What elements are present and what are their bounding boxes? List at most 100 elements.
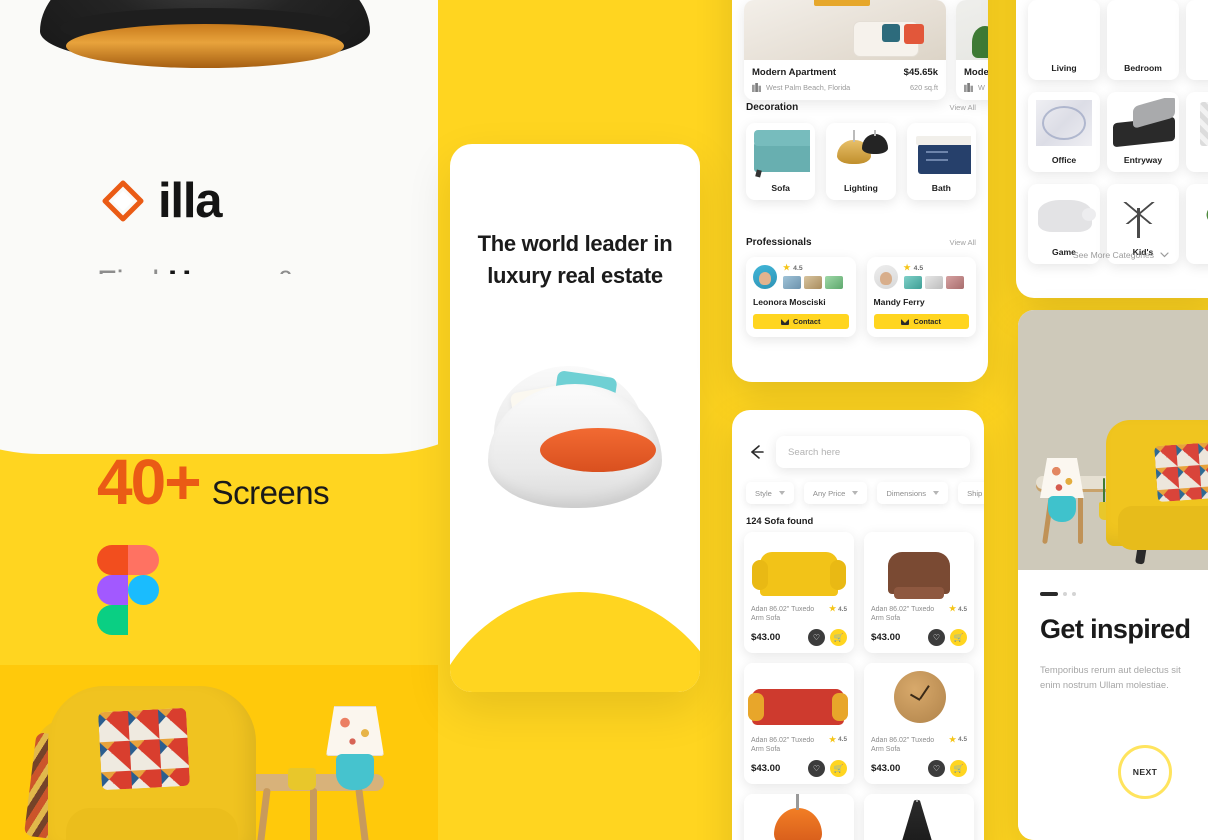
decoration-item-sofa[interactable]: Sofa [746,123,816,200]
thumbnail [825,276,843,289]
work-thumbnails [783,276,849,289]
decoration-view-all[interactable]: View All [950,103,976,112]
screens-label: Screens [211,474,330,511]
contact-button[interactable]: Contact [753,314,849,329]
rating-value: 4.5 [838,605,847,613]
pagination-dot[interactable] [1063,592,1067,596]
product-card[interactable]: Adan 86.02" Tuxedo Arm Sofa ★ 4.5 $43.00 … [864,532,974,653]
lamp-base [1048,496,1076,522]
armchair-room-photo [0,665,438,840]
orange-cushion [540,428,656,472]
decoration-item-bath[interactable]: Bath [906,123,976,200]
contact-button[interactable]: Contact [873,314,969,329]
pagination-dot[interactable] [1072,592,1076,596]
cart-icon[interactable]: 🛒 [950,628,967,646]
chip-label: Dimensions [886,488,927,498]
yellow-armchair-graphic [752,552,846,596]
table-lamp [324,706,386,796]
decoration-label: Lighting [844,183,878,193]
category-label: O [1190,150,1208,172]
category-item-office[interactable]: Office [1028,92,1100,172]
poster-stage: illa Find House & Products 40+ Screens [0,0,1208,840]
product-rating: ★ 4.5 [829,605,847,613]
screens-count-block: 40+ Screens [97,450,330,514]
product-name: Adan 86.02" Tuxedo Arm Sofa [751,606,815,623]
product-price-row: $43.00 ♡ 🛒 [751,759,847,777]
lamp-shade [326,706,384,756]
card-yellow-curve [450,592,700,692]
pillow-decor [882,24,900,42]
product-name: Adan 86.02" Tuxedo Arm Sofa [751,736,815,754]
category-item-entryway[interactable]: Entryway [1107,92,1179,172]
category-item-storage[interactable]: S [1186,0,1208,80]
professional-card[interactable]: ★ 4.5 Mandy Ferry Contact [866,257,976,337]
professionals-title: Professionals [746,237,812,248]
pagination-dots [1040,592,1202,596]
property-card[interactable]: Modern Apartment $45.65k West Palm Beach… [744,0,946,100]
category-label: Bedroom [1124,63,1162,73]
professionals-view-all[interactable]: View All [950,238,976,247]
brand-name: illa [158,173,223,228]
red-sofa-graphic [748,688,848,725]
professional-top: ★ 4.5 [753,264,849,289]
property-card-row: Modern Apartment $45.65k West Palm Beach… [744,0,988,100]
heart-icon[interactable]: ♡ [808,628,825,646]
decoration-section: Decoration View All Sofa Lighting Bath [746,102,976,200]
star-icon: ★ [828,734,837,744]
property-card[interactable]: Mode W [956,0,988,100]
property-location: W [964,83,985,92]
pagination-dot-active[interactable] [1040,592,1058,596]
star-icon: ★ [903,263,911,272]
category-image [1032,98,1096,150]
property-meta-row: West Palm Beach, Florida 620 sq.ft [752,83,938,92]
thumbnail [804,276,822,289]
decoration-label: Bath [931,183,951,193]
potted-plant [284,734,320,790]
product-card[interactable]: Adan 86.02" Tuxedo Arm Sofa ★ 4.5 $43.00 … [744,662,854,784]
category-item-outdoor[interactable]: O [1186,92,1208,172]
product-grid: Adan 86.02" Tuxedo Arm Sofa ★ 4.5 $43.00 … [744,532,974,840]
category-item-bedroom[interactable]: Bedroom [1107,0,1179,80]
product-card[interactable]: Adan 86.02" Tuxedo Arm Sofa ★ 4.5 $43.00 … [864,662,974,784]
product-price: $43.00 [871,631,901,643]
filter-chip-shipping[interactable]: Ship [958,482,984,504]
see-more-categories-button[interactable]: See More Categories [1016,250,1208,260]
heart-icon[interactable]: ♡ [928,759,945,777]
heart-icon[interactable]: ♡ [928,628,945,646]
next-button[interactable]: NEXT [1118,745,1172,799]
professional-card[interactable]: ★ 4.5 Leonora Mosciski Contact [746,257,856,337]
filter-chip-price[interactable]: Any Price [803,482,868,504]
product-card[interactable] [744,793,854,840]
heart-icon[interactable]: ♡ [808,759,825,777]
onboarding-description: Temporibus rerum aut delectus sit enim n… [1040,663,1181,691]
property-title-row: Modern Apartment $45.65k [752,67,938,78]
category-image [1111,190,1175,242]
decoration-item-lighting[interactable]: Lighting [826,123,896,200]
cart-icon[interactable]: 🛒 [950,759,967,777]
black-pendant-graphic [900,799,934,840]
product-card[interactable]: Adan 86.02" Tuxedo Arm Sofa ★ 4.5 $43.00 … [744,532,854,653]
table-leg [256,787,271,840]
product-card[interactable] [864,793,974,840]
cart-icon[interactable]: 🛒 [830,759,847,777]
professional-info: ★ 4.5 [903,264,970,289]
diamond-house-icon [97,175,149,227]
plant-pot [288,768,316,790]
filter-chip-dimensions[interactable]: Dimensions [877,482,949,504]
rating: ★ 4.5 [904,264,970,272]
professional-top: ★ 4.5 [873,264,970,289]
decoration-image [751,130,811,178]
figma-top-left [97,545,128,575]
category-item-living[interactable]: Living [1028,0,1100,80]
product-price-row: $43.00 ♡ 🛒 [751,628,847,646]
product-rating: ★ 4.5 [949,735,967,744]
product-actions: ♡ 🛒 [808,628,847,646]
property-name: Mode [964,67,988,78]
pendant-lamp-photo [40,0,370,109]
arrow-left-icon[interactable] [746,442,766,462]
filter-chip-style[interactable]: Style [746,482,794,504]
chevron-down-icon [933,491,940,495]
search-input[interactable]: Search here [776,436,970,468]
storage-graphic [1200,102,1208,146]
cart-icon[interactable]: 🛒 [830,628,847,646]
